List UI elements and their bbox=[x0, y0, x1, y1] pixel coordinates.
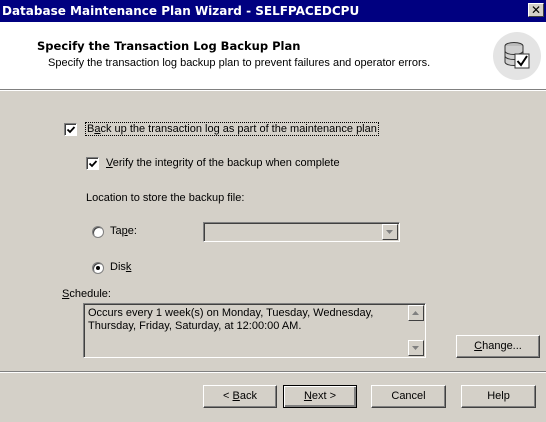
header-divider bbox=[0, 90, 546, 91]
tape-label[interactable]: Tape: bbox=[110, 225, 137, 237]
backup-log-label[interactable]: Back up the transaction log as part of t… bbox=[85, 122, 379, 136]
schedule-description: Occurs every 1 week(s) on Monday, Tuesda… bbox=[83, 303, 426, 358]
schedule-text: Occurs every 1 week(s) on Monday, Tuesda… bbox=[88, 307, 374, 332]
next-button[interactable]: Next > bbox=[283, 385, 357, 408]
page-subtitle: Specify the transaction log backup plan … bbox=[48, 57, 431, 69]
backup-log-checkbox[interactable] bbox=[64, 123, 77, 136]
location-label: Location to store the backup file: bbox=[86, 192, 245, 204]
verify-integrity-label[interactable]: Verify the integrity of the backup when … bbox=[106, 157, 340, 169]
schedule-label: Schedule: bbox=[62, 288, 111, 300]
tape-device-select[interactable] bbox=[203, 222, 400, 242]
window-title: Database Maintenance Plan Wizard - SELFP… bbox=[2, 4, 360, 18]
title-bar: Database Maintenance Plan Wizard - SELFP… bbox=[0, 0, 546, 22]
database-check-icon bbox=[493, 32, 541, 80]
disk-label[interactable]: Disk bbox=[110, 261, 131, 273]
schedule-scrollbar[interactable] bbox=[408, 305, 424, 356]
back-button[interactable]: < Back bbox=[203, 385, 277, 408]
page-title: Specify the Transaction Log Backup Plan bbox=[37, 39, 301, 53]
close-icon[interactable]: ✕ bbox=[528, 3, 544, 17]
cancel-button[interactable]: Cancel bbox=[371, 385, 446, 408]
chevron-down-icon[interactable] bbox=[382, 224, 398, 240]
verify-integrity-checkbox[interactable] bbox=[86, 157, 99, 170]
tape-radio[interactable] bbox=[92, 226, 104, 238]
scroll-down-icon[interactable] bbox=[408, 340, 424, 356]
scroll-up-icon[interactable] bbox=[408, 305, 424, 321]
disk-radio[interactable] bbox=[92, 262, 104, 274]
change-schedule-button[interactable]: Change... bbox=[456, 335, 540, 358]
wizard-header: Specify the Transaction Log Backup Plan … bbox=[0, 22, 546, 90]
wizard-window: Database Maintenance Plan Wizard - SELFP… bbox=[0, 0, 546, 422]
help-button[interactable]: Help bbox=[461, 385, 536, 408]
